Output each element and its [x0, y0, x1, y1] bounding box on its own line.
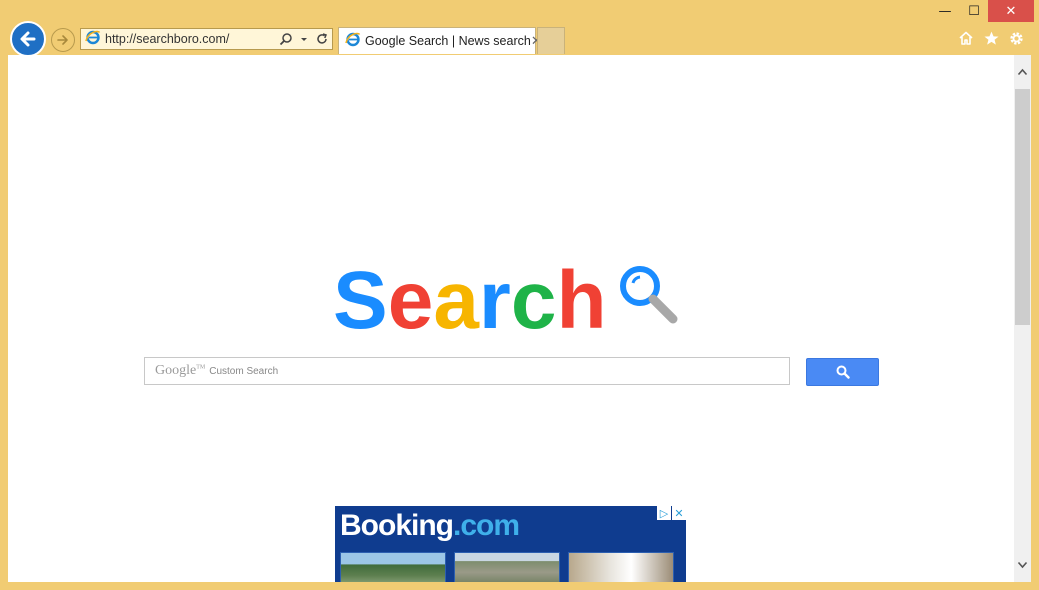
google-brand: GoogleTM [155, 363, 206, 378]
back-button[interactable] [10, 21, 46, 57]
magnifier-logo-icon [619, 266, 678, 324]
maximize-button[interactable]: ☐ [960, 0, 988, 22]
logo-letter: r [478, 255, 511, 346]
logo-letter: c [510, 255, 557, 346]
ad-controls: ▷ ✕ [656, 506, 686, 520]
search-icon [836, 365, 850, 379]
ad-thumbnail[interactable] [454, 552, 560, 582]
address-bar[interactable]: http://searchboro.com/ [80, 28, 333, 50]
ad-brand: Booking.com [340, 509, 520, 542]
logo-letter: h [556, 255, 607, 346]
refresh-icon[interactable] [314, 31, 330, 47]
search-icon[interactable] [278, 31, 294, 47]
search-placeholder: Custom Search [209, 365, 279, 377]
scroll-down-arrow-icon[interactable] [1017, 559, 1028, 570]
ad-thumbnail[interactable] [568, 552, 674, 582]
ie-logo-icon [85, 29, 101, 50]
favorites-star-icon[interactable] [982, 29, 1000, 47]
ad-thumbnails [340, 552, 674, 582]
logo-letter: e [387, 255, 434, 346]
settings-gear-icon[interactable] [1007, 29, 1025, 47]
logo-letter: a [433, 255, 479, 346]
ad-thumbnail[interactable] [340, 552, 446, 582]
search-button[interactable] [806, 358, 879, 386]
vertical-scrollbar[interactable] [1014, 55, 1031, 582]
forward-arrow-icon [57, 35, 68, 45]
adchoices-icon[interactable]: ▷ [657, 506, 671, 520]
command-icons [957, 29, 1025, 47]
search-logo: Search [333, 260, 683, 342]
scroll-up-arrow-icon[interactable] [1017, 67, 1028, 78]
booking-ad-banner[interactable]: Booking.com ▷ ✕ [335, 506, 686, 582]
ie-page-icon [345, 31, 361, 52]
minimize-button[interactable]: — [930, 0, 960, 22]
logo-letter: S [333, 255, 388, 346]
tab-google-search[interactable]: Google Search | News search ✕ [338, 27, 542, 54]
dropdown-chevron-icon[interactable] [296, 31, 312, 47]
new-tab-button[interactable] [537, 27, 565, 54]
page-viewport: Search GoogleTM Custom Search Booking.co… [8, 55, 1014, 582]
close-window-button[interactable]: ✕ [988, 0, 1034, 22]
ad-close-icon[interactable]: ✕ [672, 506, 686, 520]
url-text[interactable]: http://searchboro.com/ [105, 32, 278, 46]
home-icon[interactable] [957, 29, 975, 47]
logo-text: Search [333, 260, 607, 342]
back-arrow-icon [20, 31, 36, 47]
forward-button[interactable] [51, 28, 75, 52]
scroll-thumb[interactable] [1015, 89, 1030, 325]
tab-label: Google Search | News search [365, 34, 531, 48]
custom-search-input[interactable]: GoogleTM Custom Search [144, 357, 790, 385]
